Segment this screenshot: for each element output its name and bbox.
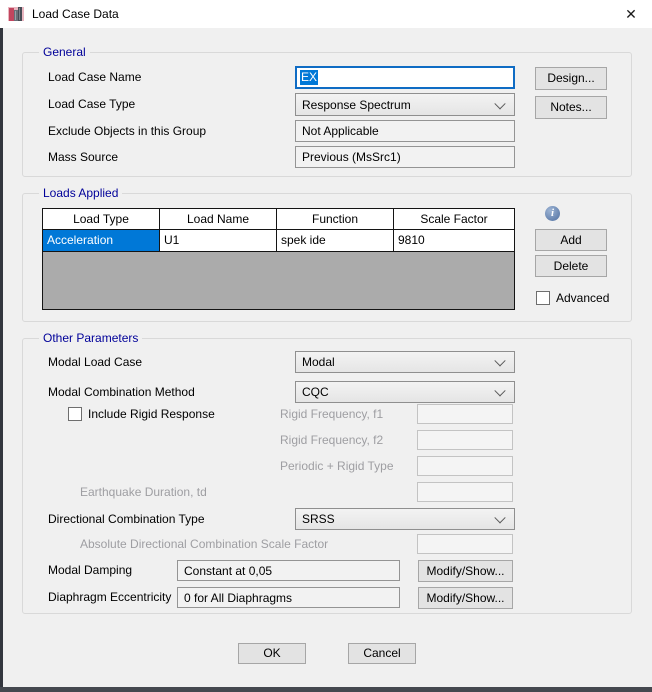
advanced-checkbox[interactable] — [536, 291, 550, 305]
column-header-scale-factor: Scale Factor — [394, 209, 514, 229]
column-header-load-type: Load Type — [43, 209, 160, 229]
modal-damping-modify-show-button[interactable]: Modify/Show... — [418, 560, 513, 582]
rigid-frequency-f1-input — [417, 404, 513, 424]
cell-load-name[interactable]: U1 — [160, 230, 277, 251]
modal-load-case-label: Modal Load Case — [48, 351, 142, 373]
modal-load-case-value: Modal — [302, 355, 335, 369]
cell-scale-factor[interactable]: 9810 — [394, 230, 514, 251]
exclude-objects-label: Exclude Objects in this Group — [48, 120, 206, 142]
loads-applied-group-label: Loads Applied — [39, 186, 122, 201]
rigid-frequency-f2-label: Rigid Frequency, f2 — [280, 430, 383, 450]
load-case-name-selected-text: EX — [300, 70, 318, 85]
loads-applied-table[interactable]: Load Type Load Name Function Scale Facto… — [42, 208, 515, 310]
include-rigid-response-label: Include Rigid Response — [88, 407, 215, 422]
modal-damping-label: Modal Damping — [48, 560, 132, 581]
window-left-edge — [0, 28, 3, 692]
app-icon — [8, 6, 24, 22]
earthquake-duration-input — [417, 482, 513, 502]
table-header-row: Load Type Load Name Function Scale Facto… — [43, 209, 514, 230]
modal-combination-method-dropdown[interactable]: CQC — [295, 381, 515, 403]
abs-directional-scale-factor-input — [417, 534, 513, 554]
titlebar: Load Case Data ✕ — [0, 0, 652, 28]
advanced-checkbox-label: Advanced — [556, 291, 609, 306]
include-rigid-response-checkbox[interactable] — [68, 407, 82, 421]
window-title: Load Case Data — [32, 0, 119, 28]
cell-function[interactable]: spek ide — [277, 230, 394, 251]
load-case-name-label: Load Case Name — [48, 66, 141, 88]
info-icon[interactable]: i — [545, 206, 560, 221]
earthquake-duration-label: Earthquake Duration, td — [80, 482, 207, 502]
general-group-label: General — [39, 45, 90, 60]
delete-button[interactable]: Delete — [535, 255, 607, 277]
diaphragm-eccentricity-label: Diaphragm Eccentricity — [48, 587, 171, 608]
load-case-type-label: Load Case Type — [48, 93, 135, 115]
notes-button[interactable]: Notes... — [535, 96, 607, 119]
periodic-rigid-type-input — [417, 456, 513, 476]
modal-damping-field: Constant at 0,05 — [177, 560, 400, 581]
column-header-function: Function — [277, 209, 394, 229]
cancel-button[interactable]: Cancel — [348, 643, 416, 664]
window-bottom-edge — [0, 687, 652, 692]
add-button[interactable]: Add — [535, 229, 607, 251]
directional-combination-type-label: Directional Combination Type — [48, 508, 205, 530]
modal-load-case-dropdown[interactable]: Modal — [295, 351, 515, 373]
modal-combination-method-label: Modal Combination Method — [48, 381, 195, 403]
directional-combination-type-value: SRSS — [302, 512, 335, 526]
cell-load-type[interactable]: Acceleration — [43, 230, 160, 251]
load-case-data-dialog: Load Case Data ✕ General Load Case Name … — [0, 0, 652, 692]
directional-combination-type-dropdown[interactable]: SRSS — [295, 508, 515, 530]
abs-directional-scale-factor-label: Absolute Directional Combination Scale F… — [80, 534, 328, 554]
load-case-type-dropdown[interactable]: Response Spectrum — [295, 93, 515, 116]
load-case-type-value: Response Spectrum — [302, 98, 411, 112]
table-row[interactable]: Acceleration U1 spek ide 9810 — [43, 230, 514, 252]
periodic-rigid-type-label: Periodic + Rigid Type — [280, 456, 394, 476]
mass-source-field: Previous (MsSrc1) — [295, 146, 515, 168]
mass-source-label: Mass Source — [48, 146, 118, 168]
diaphragm-eccentricity-modify-show-button[interactable]: Modify/Show... — [418, 587, 513, 609]
load-case-name-input[interactable]: EX — [295, 66, 515, 89]
rigid-frequency-f1-label: Rigid Frequency, f1 — [280, 404, 383, 424]
design-button[interactable]: Design... — [535, 67, 607, 90]
ok-button[interactable]: OK — [238, 643, 306, 664]
diaphragm-eccentricity-field: 0 for All Diaphragms — [177, 587, 400, 608]
other-parameters-group-label: Other Parameters — [39, 331, 142, 346]
rigid-frequency-f2-input — [417, 430, 513, 450]
modal-combination-method-value: CQC — [302, 385, 329, 399]
column-header-load-name: Load Name — [160, 209, 277, 229]
exclude-objects-field: Not Applicable — [295, 120, 515, 142]
close-icon[interactable]: ✕ — [610, 0, 652, 28]
